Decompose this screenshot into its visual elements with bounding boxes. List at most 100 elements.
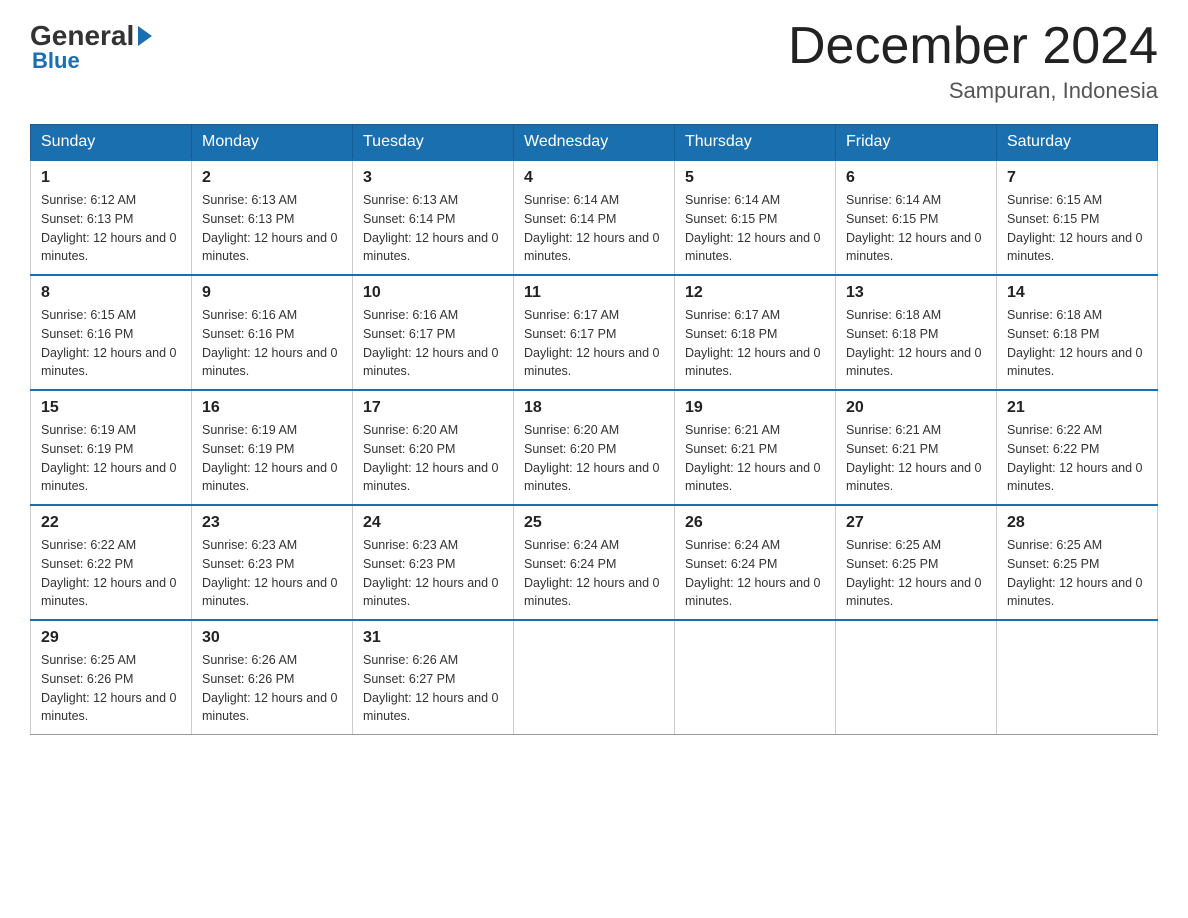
day-number: 19 (685, 399, 825, 417)
day-info: Sunrise: 6:21 AM Sunset: 6:21 PM Dayligh… (846, 421, 986, 496)
weekday-header-thursday: Thursday (675, 125, 836, 161)
day-number: 22 (41, 514, 181, 532)
month-title: December 2024 (788, 20, 1158, 72)
day-info: Sunrise: 6:17 AM Sunset: 6:17 PM Dayligh… (524, 306, 664, 381)
day-info: Sunrise: 6:22 AM Sunset: 6:22 PM Dayligh… (41, 536, 181, 611)
day-info: Sunrise: 6:20 AM Sunset: 6:20 PM Dayligh… (363, 421, 503, 496)
calendar-cell: 22 Sunrise: 6:22 AM Sunset: 6:22 PM Dayl… (31, 505, 192, 620)
day-number: 8 (41, 284, 181, 302)
day-number: 28 (1007, 514, 1147, 532)
day-number: 9 (202, 284, 342, 302)
calendar-cell (997, 620, 1158, 735)
logo-blue-text: Blue (32, 48, 80, 74)
calendar-cell: 23 Sunrise: 6:23 AM Sunset: 6:23 PM Dayl… (192, 505, 353, 620)
day-number: 20 (846, 399, 986, 417)
day-info: Sunrise: 6:22 AM Sunset: 6:22 PM Dayligh… (1007, 421, 1147, 496)
day-number: 7 (1007, 169, 1147, 187)
day-number: 26 (685, 514, 825, 532)
calendar-cell: 8 Sunrise: 6:15 AM Sunset: 6:16 PM Dayli… (31, 275, 192, 390)
calendar-cell (836, 620, 997, 735)
calendar-cell: 18 Sunrise: 6:20 AM Sunset: 6:20 PM Dayl… (514, 390, 675, 505)
day-info: Sunrise: 6:16 AM Sunset: 6:16 PM Dayligh… (202, 306, 342, 381)
day-number: 3 (363, 169, 503, 187)
calendar-cell: 6 Sunrise: 6:14 AM Sunset: 6:15 PM Dayli… (836, 160, 997, 275)
day-number: 29 (41, 629, 181, 647)
day-number: 5 (685, 169, 825, 187)
page-header: General Blue December 2024 Sampuran, Ind… (30, 20, 1158, 104)
day-info: Sunrise: 6:25 AM Sunset: 6:25 PM Dayligh… (1007, 536, 1147, 611)
calendar-cell: 29 Sunrise: 6:25 AM Sunset: 6:26 PM Dayl… (31, 620, 192, 735)
day-info: Sunrise: 6:14 AM Sunset: 6:15 PM Dayligh… (846, 191, 986, 266)
day-number: 23 (202, 514, 342, 532)
day-number: 12 (685, 284, 825, 302)
calendar-cell: 1 Sunrise: 6:12 AM Sunset: 6:13 PM Dayli… (31, 160, 192, 275)
day-info: Sunrise: 6:15 AM Sunset: 6:16 PM Dayligh… (41, 306, 181, 381)
day-info: Sunrise: 6:12 AM Sunset: 6:13 PM Dayligh… (41, 191, 181, 266)
calendar-cell: 24 Sunrise: 6:23 AM Sunset: 6:23 PM Dayl… (353, 505, 514, 620)
calendar-cell: 11 Sunrise: 6:17 AM Sunset: 6:17 PM Dayl… (514, 275, 675, 390)
calendar-cell: 16 Sunrise: 6:19 AM Sunset: 6:19 PM Dayl… (192, 390, 353, 505)
day-number: 17 (363, 399, 503, 417)
day-number: 2 (202, 169, 342, 187)
day-info: Sunrise: 6:16 AM Sunset: 6:17 PM Dayligh… (363, 306, 503, 381)
day-info: Sunrise: 6:19 AM Sunset: 6:19 PM Dayligh… (41, 421, 181, 496)
calendar-week-row: 1 Sunrise: 6:12 AM Sunset: 6:13 PM Dayli… (31, 160, 1158, 275)
day-info: Sunrise: 6:23 AM Sunset: 6:23 PM Dayligh… (202, 536, 342, 611)
day-number: 16 (202, 399, 342, 417)
day-number: 6 (846, 169, 986, 187)
day-number: 25 (524, 514, 664, 532)
day-info: Sunrise: 6:25 AM Sunset: 6:26 PM Dayligh… (41, 651, 181, 726)
day-info: Sunrise: 6:20 AM Sunset: 6:20 PM Dayligh… (524, 421, 664, 496)
calendar-cell (675, 620, 836, 735)
day-number: 14 (1007, 284, 1147, 302)
weekday-header-saturday: Saturday (997, 125, 1158, 161)
day-number: 30 (202, 629, 342, 647)
calendar-cell (514, 620, 675, 735)
calendar-cell: 17 Sunrise: 6:20 AM Sunset: 6:20 PM Dayl… (353, 390, 514, 505)
weekday-header-friday: Friday (836, 125, 997, 161)
day-info: Sunrise: 6:23 AM Sunset: 6:23 PM Dayligh… (363, 536, 503, 611)
day-info: Sunrise: 6:18 AM Sunset: 6:18 PM Dayligh… (846, 306, 986, 381)
calendar-cell: 15 Sunrise: 6:19 AM Sunset: 6:19 PM Dayl… (31, 390, 192, 505)
day-number: 11 (524, 284, 664, 302)
calendar-cell: 20 Sunrise: 6:21 AM Sunset: 6:21 PM Dayl… (836, 390, 997, 505)
calendar-cell: 13 Sunrise: 6:18 AM Sunset: 6:18 PM Dayl… (836, 275, 997, 390)
day-number: 31 (363, 629, 503, 647)
calendar-cell: 21 Sunrise: 6:22 AM Sunset: 6:22 PM Dayl… (997, 390, 1158, 505)
calendar-week-row: 8 Sunrise: 6:15 AM Sunset: 6:16 PM Dayli… (31, 275, 1158, 390)
calendar-cell: 2 Sunrise: 6:13 AM Sunset: 6:13 PM Dayli… (192, 160, 353, 275)
weekday-header-monday: Monday (192, 125, 353, 161)
day-info: Sunrise: 6:25 AM Sunset: 6:25 PM Dayligh… (846, 536, 986, 611)
calendar-cell: 14 Sunrise: 6:18 AM Sunset: 6:18 PM Dayl… (997, 275, 1158, 390)
calendar-cell: 12 Sunrise: 6:17 AM Sunset: 6:18 PM Dayl… (675, 275, 836, 390)
day-info: Sunrise: 6:13 AM Sunset: 6:14 PM Dayligh… (363, 191, 503, 266)
calendar-cell: 10 Sunrise: 6:16 AM Sunset: 6:17 PM Dayl… (353, 275, 514, 390)
calendar-cell: 31 Sunrise: 6:26 AM Sunset: 6:27 PM Dayl… (353, 620, 514, 735)
day-number: 27 (846, 514, 986, 532)
day-number: 21 (1007, 399, 1147, 417)
calendar-cell: 28 Sunrise: 6:25 AM Sunset: 6:25 PM Dayl… (997, 505, 1158, 620)
calendar-cell: 30 Sunrise: 6:26 AM Sunset: 6:26 PM Dayl… (192, 620, 353, 735)
logo-arrow-icon (138, 26, 152, 46)
title-section: December 2024 Sampuran, Indonesia (788, 20, 1158, 104)
day-number: 24 (363, 514, 503, 532)
day-info: Sunrise: 6:24 AM Sunset: 6:24 PM Dayligh… (524, 536, 664, 611)
day-number: 13 (846, 284, 986, 302)
day-number: 15 (41, 399, 181, 417)
weekday-header-row: SundayMondayTuesdayWednesdayThursdayFrid… (31, 125, 1158, 161)
day-info: Sunrise: 6:26 AM Sunset: 6:26 PM Dayligh… (202, 651, 342, 726)
weekday-header-wednesday: Wednesday (514, 125, 675, 161)
calendar-cell: 25 Sunrise: 6:24 AM Sunset: 6:24 PM Dayl… (514, 505, 675, 620)
day-info: Sunrise: 6:24 AM Sunset: 6:24 PM Dayligh… (685, 536, 825, 611)
day-info: Sunrise: 6:19 AM Sunset: 6:19 PM Dayligh… (202, 421, 342, 496)
location: Sampuran, Indonesia (788, 78, 1158, 104)
day-info: Sunrise: 6:15 AM Sunset: 6:15 PM Dayligh… (1007, 191, 1147, 266)
calendar-cell: 19 Sunrise: 6:21 AM Sunset: 6:21 PM Dayl… (675, 390, 836, 505)
calendar-week-row: 15 Sunrise: 6:19 AM Sunset: 6:19 PM Dayl… (31, 390, 1158, 505)
day-number: 1 (41, 169, 181, 187)
calendar-week-row: 29 Sunrise: 6:25 AM Sunset: 6:26 PM Dayl… (31, 620, 1158, 735)
logo: General Blue (30, 20, 152, 74)
weekday-header-tuesday: Tuesday (353, 125, 514, 161)
day-info: Sunrise: 6:14 AM Sunset: 6:15 PM Dayligh… (685, 191, 825, 266)
day-number: 18 (524, 399, 664, 417)
